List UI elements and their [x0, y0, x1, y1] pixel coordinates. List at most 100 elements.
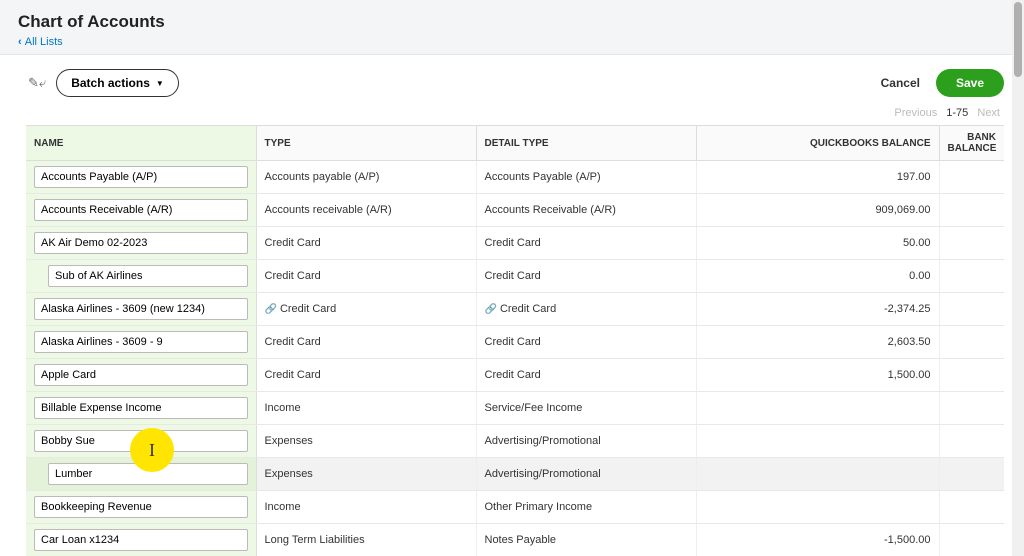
cell-bank-balance	[939, 293, 1004, 326]
cell-quickbooks-balance: 197.00	[696, 161, 939, 194]
cell-name	[26, 425, 256, 458]
cell-bank-balance	[939, 194, 1004, 227]
cell-quickbooks-balance	[696, 392, 939, 425]
cell-type: 🔗Credit Card	[256, 293, 476, 326]
cell-type: Accounts payable (A/P)	[256, 161, 476, 194]
table-row: ExpensesAdvertising/Promotional	[26, 458, 1004, 491]
cell-detail: Service/Fee Income	[476, 392, 696, 425]
cell-type: Income	[256, 491, 476, 524]
cell-type: Credit Card	[256, 260, 476, 293]
account-name-input[interactable]	[34, 331, 248, 353]
save-button[interactable]: Save	[936, 69, 1004, 97]
cell-name	[26, 359, 256, 392]
table-row: Credit CardCredit Card50.00	[26, 227, 1004, 260]
cancel-button[interactable]: Cancel	[881, 76, 920, 90]
vertical-scrollbar[interactable]	[1012, 0, 1024, 556]
account-name-input[interactable]	[34, 364, 248, 386]
column-header-detail[interactable]: DETAIL TYPE	[476, 126, 696, 161]
pagination: Previous 1-75 Next	[0, 103, 1024, 125]
cell-detail: Credit Card	[476, 260, 696, 293]
cell-name	[26, 524, 256, 556]
cell-name	[26, 161, 256, 194]
table-row: 🔗Credit Card🔗Credit Card-2,374.25	[26, 293, 1004, 326]
cell-quickbooks-balance: 1,500.00	[696, 359, 939, 392]
link-icon: 🔗	[265, 304, 277, 315]
cell-detail: Credit Card	[476, 326, 696, 359]
account-name-input[interactable]	[48, 463, 248, 485]
cell-quickbooks-balance	[696, 458, 939, 491]
cell-quickbooks-balance: 909,069.00	[696, 194, 939, 227]
cell-name	[26, 392, 256, 425]
cell-name	[26, 326, 256, 359]
cell-bank-balance	[939, 260, 1004, 293]
account-name-input[interactable]	[34, 199, 248, 221]
account-name-input[interactable]	[34, 232, 248, 254]
cell-detail: 🔗Credit Card	[476, 293, 696, 326]
cell-name	[26, 293, 256, 326]
chevron-down-icon: ▼	[156, 79, 164, 88]
cell-bank-balance	[939, 524, 1004, 556]
cell-type: Accounts receivable (A/R)	[256, 194, 476, 227]
cell-type: Credit Card	[256, 227, 476, 260]
column-header-bank-balance[interactable]: BANK BALANCE	[939, 126, 1004, 161]
account-name-input[interactable]	[48, 265, 248, 287]
account-name-input[interactable]	[34, 529, 248, 551]
cell-type: Credit Card	[256, 359, 476, 392]
batch-actions-button[interactable]: Batch actions ▼	[56, 69, 179, 97]
cell-name	[26, 458, 256, 491]
account-name-input[interactable]	[34, 298, 248, 320]
cell-bank-balance	[939, 491, 1004, 524]
cell-detail: Notes Payable	[476, 524, 696, 556]
column-header-quickbooks-balance[interactable]: QUICKBOOKS BALANCE	[696, 126, 939, 161]
cell-name	[26, 260, 256, 293]
table-row: Accounts receivable (A/R)Accounts Receiv…	[26, 194, 1004, 227]
cell-name	[26, 227, 256, 260]
account-name-input[interactable]	[34, 430, 248, 452]
account-name-input[interactable]	[34, 496, 248, 518]
cell-bank-balance	[939, 161, 1004, 194]
cell-quickbooks-balance: 0.00	[696, 260, 939, 293]
page-header: Chart of Accounts All Lists	[0, 0, 1024, 55]
table-row: Credit CardCredit Card2,603.50	[26, 326, 1004, 359]
cell-quickbooks-balance: 2,603.50	[696, 326, 939, 359]
toolbar: ✎⤶ Batch actions ▼ Cancel Save	[0, 55, 1024, 103]
cell-bank-balance	[939, 359, 1004, 392]
cell-bank-balance	[939, 227, 1004, 260]
cell-type: Expenses	[256, 425, 476, 458]
cell-detail: Advertising/Promotional	[476, 425, 696, 458]
cell-bank-balance	[939, 326, 1004, 359]
account-name-input[interactable]	[34, 166, 248, 188]
cell-name	[26, 194, 256, 227]
batch-actions-label: Batch actions	[71, 76, 150, 90]
breadcrumb-all-lists[interactable]: All Lists	[18, 36, 63, 48]
table-row: Credit CardCredit Card1,500.00	[26, 359, 1004, 392]
cell-detail: Credit Card	[476, 359, 696, 392]
cell-quickbooks-balance	[696, 425, 939, 458]
cell-type: Long Term Liabilities	[256, 524, 476, 556]
cell-type: Credit Card	[256, 326, 476, 359]
link-icon: 🔗	[485, 304, 497, 315]
account-name-input[interactable]	[34, 397, 248, 419]
cell-type: Expenses	[256, 458, 476, 491]
cell-quickbooks-balance: 50.00	[696, 227, 939, 260]
table-row: IncomeOther Primary Income	[26, 491, 1004, 524]
column-header-type[interactable]: TYPE	[256, 126, 476, 161]
cell-detail: Credit Card	[476, 227, 696, 260]
cell-bank-balance	[939, 425, 1004, 458]
scroll-thumb[interactable]	[1014, 2, 1022, 77]
pagination-next[interactable]: Next	[977, 107, 1000, 119]
pagination-previous[interactable]: Previous	[894, 107, 937, 119]
accounts-table: NAME TYPE DETAIL TYPE QUICKBOOKS BALANCE…	[26, 125, 1004, 556]
table-row: Credit CardCredit Card0.00	[26, 260, 1004, 293]
cell-quickbooks-balance: -2,374.25	[696, 293, 939, 326]
cell-quickbooks-balance	[696, 491, 939, 524]
column-header-name[interactable]: NAME	[26, 126, 256, 161]
cell-quickbooks-balance: -1,500.00	[696, 524, 939, 556]
pagination-range: 1-75	[946, 107, 968, 119]
cell-bank-balance	[939, 392, 1004, 425]
cell-type: Income	[256, 392, 476, 425]
cell-detail: Other Primary Income	[476, 491, 696, 524]
cell-name	[26, 491, 256, 524]
edit-icon[interactable]: ✎⤶	[28, 75, 46, 91]
cell-detail: Advertising/Promotional	[476, 458, 696, 491]
